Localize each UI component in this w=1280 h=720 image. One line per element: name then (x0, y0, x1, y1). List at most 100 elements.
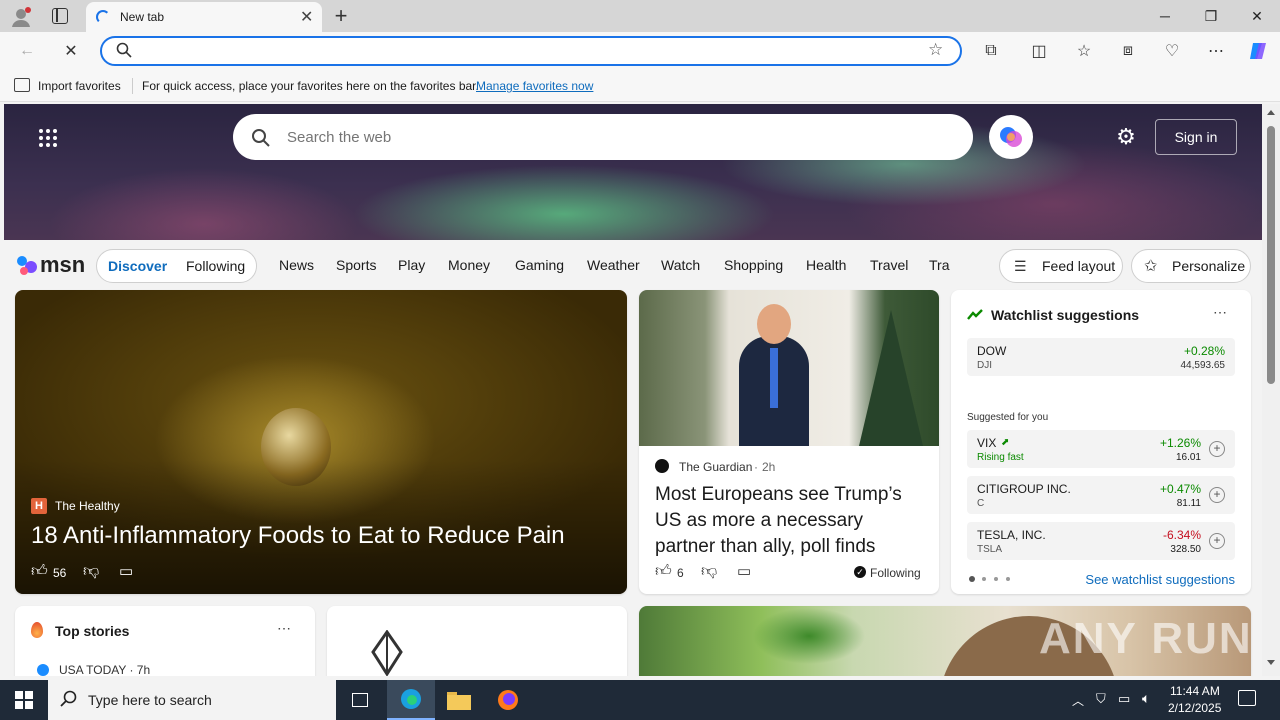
hero-source[interactable]: The Healthy (55, 499, 120, 513)
nav-news[interactable]: News (279, 257, 314, 273)
new-tab-button[interactable]: + (330, 3, 352, 29)
task-view-button[interactable] (336, 680, 384, 720)
taskbar-firefox[interactable] (484, 680, 532, 720)
carousel-dot[interactable] (1006, 577, 1010, 581)
beet-leaves-image (729, 606, 889, 676)
tab-following[interactable]: Following (186, 258, 245, 274)
import-favorites-button[interactable]: Import favorites (38, 79, 121, 93)
page-scrollbar[interactable] (1262, 104, 1280, 676)
top-stories-more-icon[interactable]: ⋯ (277, 620, 291, 637)
stock-row-tesla[interactable]: TESLA, INC. TSLA -6.34% 328.50 + (967, 522, 1235, 560)
scroll-up-arrow[interactable] (1267, 110, 1275, 115)
personalize-button[interactable]: ✩ Personalize (1131, 249, 1251, 283)
add-to-watchlist-icon[interactable]: + (1209, 533, 1225, 549)
show-hidden-icons[interactable]: ︿ (1072, 692, 1084, 709)
nav-shopping[interactable]: Shopping (724, 257, 783, 273)
nav-travel[interactable]: Travel (870, 257, 908, 273)
news-title[interactable]: Most Europeans see Trump’s US as more a … (655, 482, 927, 560)
restore-button[interactable]: ❐ (1188, 0, 1234, 32)
carousel-dot[interactable] (982, 577, 986, 581)
nav-sports[interactable]: Sports (336, 257, 376, 273)
taskbar-search-box[interactable]: Type here to search (48, 680, 336, 720)
stock-price: 16.01 (1175, 452, 1201, 463)
hero-title[interactable]: 18 Anti-Inflammatory Foods to Eat to Red… (31, 522, 565, 550)
favorites-icon[interactable]: ☆ (1071, 38, 1097, 64)
nav-play[interactable]: Play (398, 257, 425, 273)
comment-icon[interactable]: ▭ (119, 562, 133, 580)
stock-row-dow[interactable]: DOW DJI +0.28% 44,593.65 (967, 338, 1235, 376)
flame-icon (31, 622, 43, 638)
story-card-2[interactable] (327, 606, 627, 676)
volume-icon[interactable]: 🔈︎ (1142, 690, 1150, 707)
news-comment-off-icon[interactable]: ▭ (737, 562, 751, 580)
hero-card[interactable]: H The Healthy 18 Anti-Inflammatory Foods… (15, 290, 627, 594)
extensions-icon[interactable]: ⧉ (978, 38, 1004, 64)
feed-layout-button[interactable]: ☰ Feed layout (999, 249, 1123, 283)
trend-up-icon (967, 308, 983, 320)
person-tie (770, 348, 778, 408)
clock-date[interactable]: 2/12/2025 (1168, 701, 1221, 715)
stock-name: CITIGROUP INC. (977, 482, 1071, 496)
news-like-icon[interactable]: 👍︎ (655, 562, 672, 581)
news-dot: · (754, 460, 758, 474)
add-to-watchlist-icon[interactable]: + (1209, 487, 1225, 503)
scroll-down-arrow[interactable] (1267, 660, 1275, 665)
stop-loading-icon[interactable]: ✕ (58, 38, 84, 64)
taskbar-edge[interactable] (387, 680, 435, 720)
news-following-label[interactable]: Following (870, 566, 921, 580)
minimize-button[interactable]: ─ (1142, 0, 1188, 32)
carousel-dots[interactable] (969, 576, 1013, 582)
watchlist-more-icon[interactable]: ⋯ (1213, 304, 1227, 321)
close-window-button[interactable]: ✕ (1234, 0, 1280, 32)
top-stories-title: Top stories (55, 623, 130, 639)
dislike-icon[interactable]: 👎︎ (83, 562, 99, 581)
manage-favorites-link[interactable]: Manage favorites now (476, 79, 593, 93)
first-story-source[interactable]: USA TODAY · 7h (59, 663, 150, 676)
nav-watch[interactable]: Watch (661, 257, 700, 273)
copilot-button[interactable] (989, 115, 1033, 159)
news-source[interactable]: The Guardian (679, 460, 752, 474)
see-watchlist-link[interactable]: See watchlist suggestions (1085, 572, 1235, 587)
news-card[interactable]: The Guardian · 2h Most Europeans see Tru… (639, 290, 939, 594)
story-card-3[interactable]: ANY RUN (639, 606, 1251, 676)
nav-money[interactable]: Money (448, 257, 490, 273)
stock-row-citigroup[interactable]: CITIGROUP INC. C +0.47% 81.11 + (967, 476, 1235, 514)
carousel-dot[interactable] (969, 576, 975, 582)
web-search-box[interactable] (233, 114, 973, 160)
nav-health[interactable]: Health (806, 257, 846, 273)
web-search-input[interactable] (287, 126, 947, 148)
back-icon[interactable]: ← (14, 38, 40, 64)
taskbar-file-explorer[interactable] (435, 680, 483, 720)
settings-gear-icon[interactable]: ⚙ (1115, 126, 1137, 148)
apps-grid-icon[interactable] (38, 128, 58, 148)
split-screen-icon[interactable]: ◫ (1026, 38, 1052, 64)
add-to-watchlist-icon[interactable]: + (1209, 441, 1225, 457)
aurora-banner: ⚙ Sign in (4, 104, 1262, 240)
clock-time[interactable]: 11:44 AM (1170, 684, 1220, 698)
favorite-star-icon[interactable]: ☆ (928, 40, 943, 60)
stock-row-vix[interactable]: VIX ⬈ Rising fast +1.26% 16.01 + (967, 430, 1235, 468)
collections-icon[interactable]: ⧈ (1115, 38, 1141, 64)
start-button[interactable] (0, 680, 48, 720)
notifications-icon[interactable] (1238, 690, 1256, 706)
news-dislike-icon[interactable]: 👎︎ (701, 562, 717, 581)
sign-in-button[interactable]: Sign in (1155, 119, 1237, 155)
tab-discover[interactable]: Discover (108, 258, 167, 274)
nav-gaming[interactable]: Gaming (515, 257, 564, 273)
address-bar[interactable]: ☆ (100, 36, 962, 66)
close-tab-icon[interactable]: ✕ (300, 7, 313, 27)
browser-essentials-icon[interactable]: ♡ (1159, 38, 1185, 64)
tab-new-tab[interactable]: New tab ✕ (86, 2, 322, 32)
tab-actions-icon[interactable] (52, 8, 68, 24)
nav-traffic[interactable]: Tra (929, 257, 951, 273)
msn-logo[interactable]: msn (16, 252, 85, 278)
carousel-dot[interactable] (994, 577, 998, 581)
scroll-thumb[interactable] (1267, 126, 1275, 384)
more-icon[interactable]: ⋯ (1203, 38, 1229, 64)
copilot-icon[interactable] (1245, 38, 1271, 64)
network-icon[interactable]: ▭ (1118, 691, 1130, 707)
nav-weather[interactable]: Weather (587, 257, 640, 273)
security-tray-icon[interactable]: ⛉ (1096, 691, 1106, 707)
profile-icon[interactable] (10, 6, 32, 28)
like-icon[interactable]: 👍︎ (31, 562, 48, 581)
